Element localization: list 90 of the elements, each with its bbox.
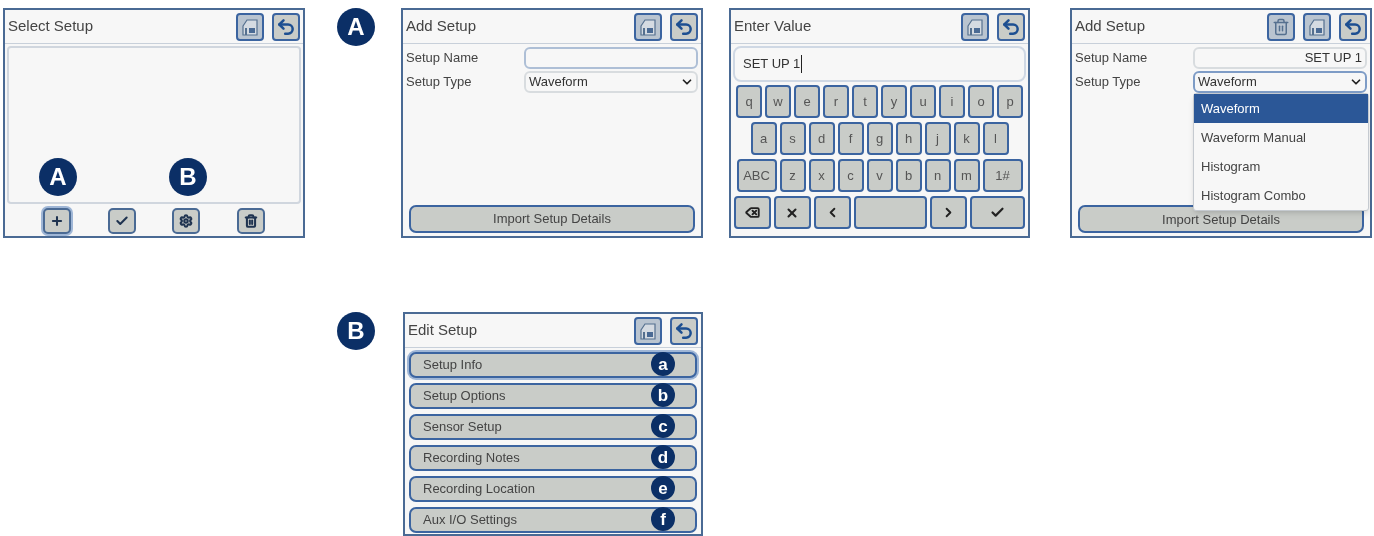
type-select[interactable]: Waveform xyxy=(1193,71,1367,93)
back-icon xyxy=(1001,16,1021,37)
close-icon xyxy=(785,205,800,220)
field-label: Setup Type xyxy=(1075,73,1142,92)
add-button[interactable] xyxy=(43,208,72,234)
keyboard-key[interactable]: u xyxy=(910,85,936,118)
type-select[interactable]: Waveform xyxy=(524,71,698,93)
keyboard-key[interactable]: g xyxy=(866,122,893,155)
home-button[interactable] xyxy=(236,12,264,41)
keyboard-key[interactable]: r xyxy=(823,85,849,118)
keyboard-key[interactable]: f xyxy=(837,122,864,155)
back-icon xyxy=(674,16,694,37)
callout-badge: A xyxy=(337,8,375,46)
keyboard-key[interactable]: s xyxy=(779,122,806,155)
keyboard-key[interactable]: a xyxy=(750,122,777,155)
house-icon xyxy=(1308,17,1326,36)
callout-badge: A xyxy=(39,158,77,196)
right-key[interactable] xyxy=(930,196,968,229)
name-field[interactable] xyxy=(524,47,698,69)
confirm-button[interactable] xyxy=(107,208,136,234)
keyboard-key[interactable]: t xyxy=(852,85,878,118)
trash-icon xyxy=(243,214,258,228)
backspace-key[interactable] xyxy=(734,196,771,229)
keyboard-key[interactable]: w xyxy=(765,85,791,118)
keyboard-key[interactable]: h xyxy=(895,122,922,155)
plus-icon xyxy=(50,214,65,228)
keyboard-key[interactable]: 1# xyxy=(982,159,1023,192)
keyboard-key[interactable]: b xyxy=(895,159,922,192)
field-label: Setup Name xyxy=(406,49,480,68)
dropdown-option[interactable]: Waveform xyxy=(1194,94,1368,123)
back-icon xyxy=(1343,16,1363,37)
check-icon xyxy=(114,214,129,228)
name-field[interactable]: SET UP 1 xyxy=(1193,47,1367,69)
callout-badge: B xyxy=(337,312,375,350)
back-button[interactable] xyxy=(670,12,698,41)
home-button[interactable] xyxy=(634,316,662,345)
keyboard-key[interactable]: ABC xyxy=(736,159,777,192)
enter-key[interactable] xyxy=(970,196,1025,229)
keyboard-key[interactable]: d xyxy=(808,122,835,155)
house-icon xyxy=(241,17,259,36)
trash-icon xyxy=(1272,17,1290,36)
screen-title: Enter Value xyxy=(734,16,812,37)
field-label: Setup Name xyxy=(1075,49,1149,68)
keyboard-key[interactable]: c xyxy=(837,159,864,192)
house-icon xyxy=(639,321,657,340)
callout-badge: B xyxy=(169,158,207,196)
screen-title: Edit Setup xyxy=(408,320,478,341)
clear-key[interactable] xyxy=(773,196,811,229)
settings-button[interactable] xyxy=(172,208,201,234)
left-key[interactable] xyxy=(813,196,851,229)
keyboard-key[interactable]: l xyxy=(982,122,1009,155)
dropdown-option[interactable]: Waveform Manual xyxy=(1194,123,1368,152)
keyboard-key[interactable]: i xyxy=(939,85,965,118)
gear-icon xyxy=(179,214,194,228)
space-key[interactable] xyxy=(853,196,928,229)
back-button[interactable] xyxy=(670,316,698,345)
screen-title: Add Setup xyxy=(406,16,477,37)
keyboard-key[interactable]: m xyxy=(953,159,980,192)
keyboard-key[interactable]: n xyxy=(924,159,951,192)
keyboard-key[interactable]: q xyxy=(736,85,762,118)
back-button[interactable] xyxy=(1339,12,1367,41)
import-button[interactable]: Import Setup Details xyxy=(409,205,695,233)
keyboard-key[interactable]: j xyxy=(924,122,951,155)
backspace-icon xyxy=(744,205,760,220)
value-field[interactable]: SET UP 1 xyxy=(733,46,1026,82)
back-button[interactable] xyxy=(997,12,1025,41)
keyboard-key[interactable]: z xyxy=(779,159,806,192)
keyboard-key[interactable]: p xyxy=(997,85,1023,118)
field-label: Setup Type xyxy=(406,73,473,92)
house-icon xyxy=(966,17,984,36)
dropdown-option[interactable]: Histogram xyxy=(1194,152,1368,181)
delete-button[interactable] xyxy=(1267,12,1295,41)
home-button[interactable] xyxy=(634,12,662,41)
keyboard-key[interactable]: x xyxy=(808,159,835,192)
check-icon xyxy=(990,205,1006,220)
back-icon xyxy=(674,320,694,341)
keyboard-key[interactable]: k xyxy=(953,122,980,155)
home-button[interactable] xyxy=(961,12,989,41)
keyboard-key[interactable]: o xyxy=(968,85,994,118)
screen-title: Add Setup xyxy=(1075,16,1146,37)
back-button[interactable] xyxy=(272,12,300,41)
keyboard-key[interactable]: e xyxy=(794,85,820,118)
back-icon xyxy=(276,16,296,37)
delete-button[interactable] xyxy=(236,208,265,234)
house-icon xyxy=(639,17,657,36)
home-button[interactable] xyxy=(1303,12,1331,41)
screen-title: Select Setup xyxy=(8,16,94,37)
keyboard-key[interactable]: y xyxy=(881,85,907,118)
keyboard-key[interactable]: v xyxy=(866,159,893,192)
text-cursor xyxy=(801,55,803,73)
